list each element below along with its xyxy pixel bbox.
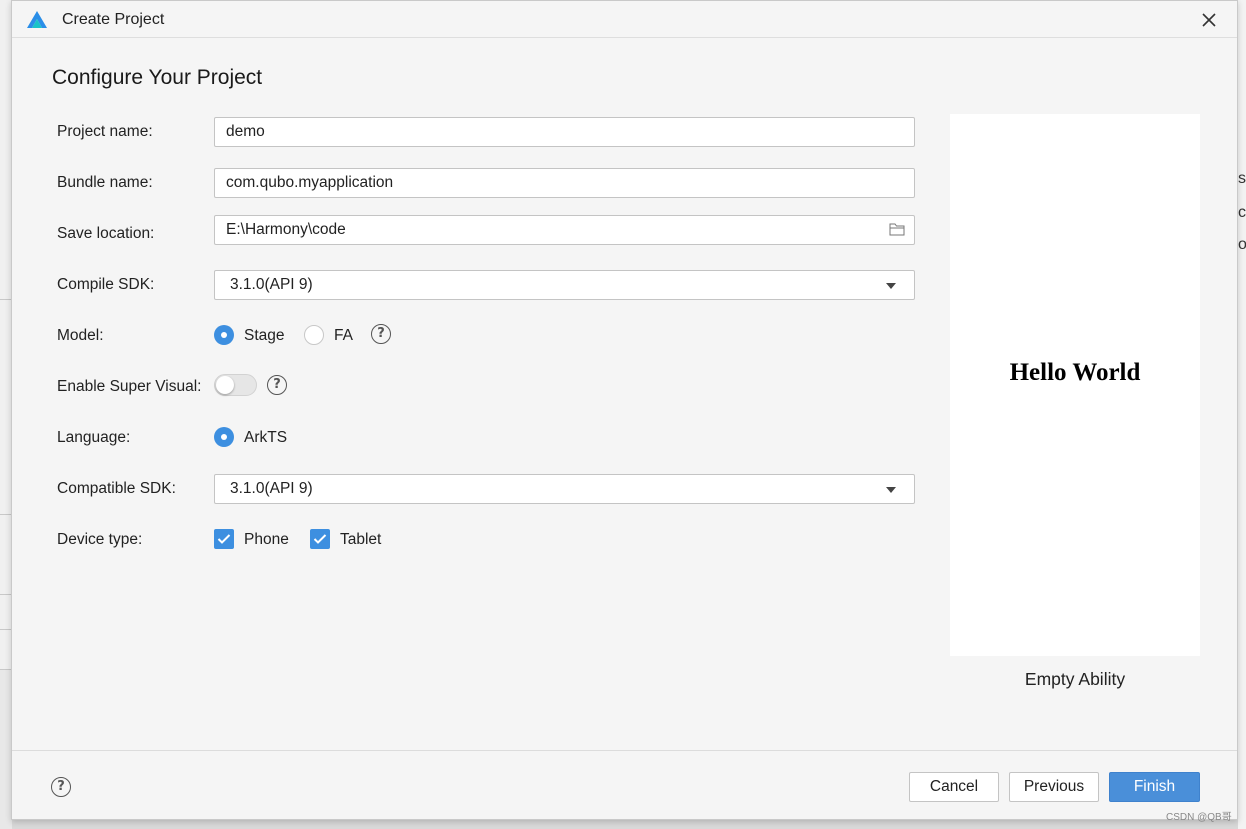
device-tablet-label: Tablet — [340, 531, 382, 548]
language-arkts-label: ArkTS — [244, 429, 288, 446]
checkmark-icon — [217, 534, 231, 544]
template-preview: Hello World — [950, 114, 1200, 656]
super-visual-label: Enable Super Visual: — [57, 378, 202, 395]
device-phone-label: Phone — [244, 531, 289, 548]
page-heading: Configure Your Project — [52, 66, 263, 89]
bundle-name-input[interactable] — [214, 168, 915, 198]
template-name: Empty Ability — [1024, 669, 1126, 689]
preview-hello-text: Hello World — [1009, 359, 1141, 386]
dialog-title: Create Project — [62, 11, 165, 28]
previous-button[interactable]: Previous — [1009, 772, 1099, 802]
model-help-icon[interactable]: ? — [371, 324, 391, 344]
toggle-knob — [216, 376, 234, 394]
finish-button[interactable]: Finish — [1109, 772, 1200, 802]
device-phone-checkbox[interactable] — [214, 529, 234, 549]
super-visual-help-icon[interactable]: ? — [267, 375, 287, 395]
dialog-help-icon[interactable]: ? — [51, 777, 71, 797]
compatible-sdk-value: 3.1.0(API 9) — [230, 480, 313, 497]
save-location-field — [214, 215, 915, 245]
dialog-titlebar: Create Project — [12, 1, 1237, 38]
folder-icon[interactable] — [889, 222, 905, 236]
model-stage-radio[interactable] — [214, 325, 234, 345]
model-fa-radio[interactable] — [304, 325, 324, 345]
model-label: Model: — [57, 327, 104, 344]
compile-sdk-value: 3.1.0(API 9) — [230, 276, 313, 293]
compile-sdk-select[interactable]: 3.1.0(API 9) — [214, 270, 915, 300]
project-name-label: Project name: — [57, 123, 153, 140]
model-stage-label: Stage — [244, 327, 285, 344]
device-tablet-checkbox[interactable] — [310, 529, 330, 549]
chevron-down-icon — [886, 487, 896, 493]
language-label: Language: — [57, 429, 131, 446]
device-type-label: Device type: — [57, 531, 143, 548]
language-arkts-radio[interactable] — [214, 427, 234, 447]
project-name-input[interactable] — [214, 117, 915, 147]
model-fa-label: FA — [334, 327, 353, 344]
bundle-name-label: Bundle name: — [57, 174, 153, 191]
create-project-dialog: Create Project Configure Your Project Pr… — [11, 0, 1238, 820]
harmony-logo-icon — [27, 11, 47, 28]
footer-divider — [12, 750, 1237, 751]
background-ide-right-edge: s c o — [1238, 0, 1246, 829]
cancel-button[interactable]: Cancel — [909, 772, 999, 802]
save-location-label: Save location: — [57, 225, 155, 242]
close-icon[interactable] — [1199, 10, 1219, 30]
save-location-input[interactable] — [214, 215, 915, 245]
super-visual-toggle[interactable] — [214, 374, 257, 396]
checkmark-icon — [313, 534, 327, 544]
watermark: CSDN @QB哥 — [1166, 812, 1232, 823]
compatible-sdk-select[interactable]: 3.1.0(API 9) — [214, 474, 915, 504]
chevron-down-icon — [886, 283, 896, 289]
compatible-sdk-label: Compatible SDK: — [57, 480, 176, 497]
compile-sdk-label: Compile SDK: — [57, 276, 155, 293]
